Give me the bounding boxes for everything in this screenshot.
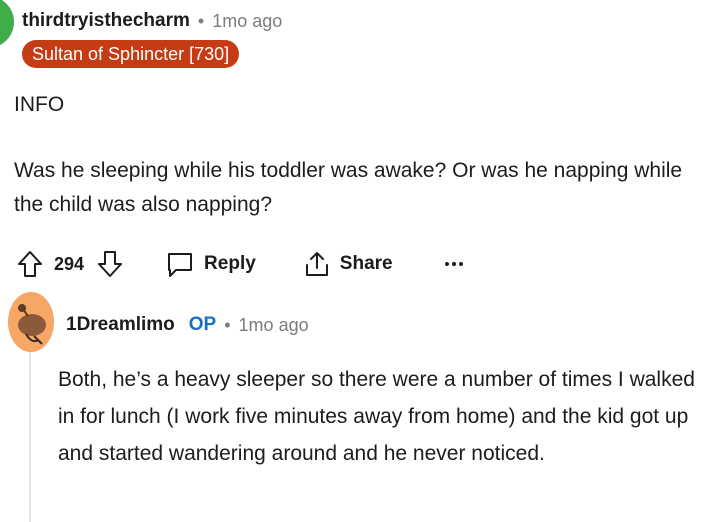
meta-separator: •	[197, 10, 205, 31]
timestamp[interactable]: 1mo ago	[212, 11, 282, 32]
comment-action-bar: 294 Reply Share	[14, 244, 465, 284]
username-link[interactable]: thirdtryisthecharm	[22, 10, 190, 32]
snoo-avatar-icon	[8, 292, 54, 352]
downvote-icon[interactable]	[94, 248, 126, 280]
share-button[interactable]: Share	[302, 249, 393, 279]
op-badge: OP	[188, 314, 217, 335]
share-label: Share	[339, 253, 393, 274]
reply-avatar[interactable]	[8, 292, 54, 352]
more-options-button[interactable]	[443, 259, 465, 269]
share-icon	[302, 249, 332, 279]
vote-score: 294	[54, 253, 85, 274]
more-options-icon	[443, 259, 465, 269]
comment-text-line-1: INFO	[14, 93, 65, 116]
reply-label: Reply	[204, 253, 256, 274]
comment-meta: thirdtryisthecharm • 1mo ago	[22, 8, 282, 34]
user-avatar[interactable]	[0, 0, 14, 48]
thread-line[interactable]	[29, 352, 31, 522]
reply-meta: 1Dreamlimo OP • 1mo ago	[66, 310, 309, 340]
meta-separator: •	[224, 314, 231, 335]
reply-timestamp[interactable]: 1mo ago	[239, 315, 309, 336]
user-flair: Sultan of Sphincter [730]	[22, 40, 240, 68]
comment-text-paragraph: Was he sleeping while his toddler was aw…	[14, 159, 683, 216]
reply-text: Both, he’s a heavy sleeper so there were…	[58, 368, 695, 465]
comment-bubble-icon	[164, 248, 196, 280]
reply-button[interactable]: Reply	[164, 248, 256, 280]
upvote-icon[interactable]	[14, 248, 46, 280]
reply-username-link[interactable]: 1Dreamlimo	[66, 314, 175, 336]
